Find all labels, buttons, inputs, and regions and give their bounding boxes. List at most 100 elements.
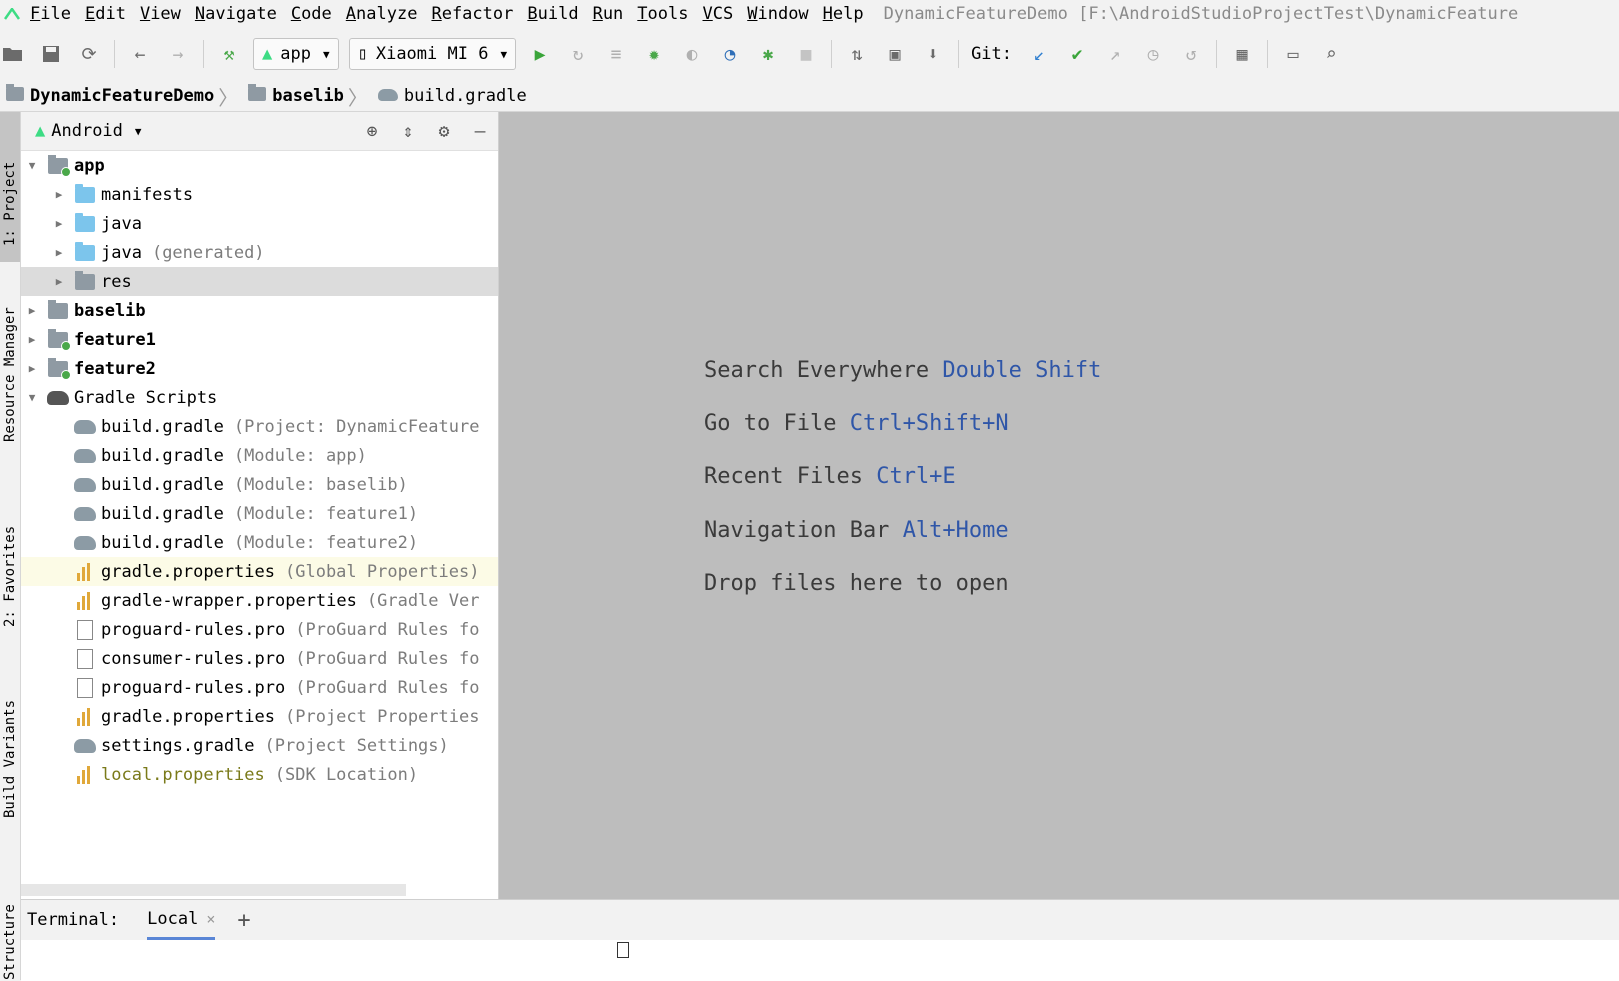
- tree-item-hint: (Gradle Ver: [366, 590, 480, 611]
- search-icon[interactable]: ⌕: [1318, 41, 1344, 67]
- menu-window[interactable]: Window: [747, 4, 808, 24]
- tool-tab-resource-manager[interactable]: Resource Manager: [0, 272, 20, 462]
- menu-code[interactable]: Code: [291, 4, 332, 24]
- make-project-hammer-icon[interactable]: ⚒: [216, 41, 242, 67]
- tree-item-gradle-wrapper-properties[interactable]: gradle-wrapper.properties (Gradle Ver: [21, 586, 498, 615]
- project-structure-icon[interactable]: ▦: [1229, 41, 1255, 67]
- tree-item-gradle-properties-global[interactable]: gradle.properties (Global Properties): [21, 557, 498, 586]
- chevron-right-icon[interactable]: ▶: [52, 275, 66, 288]
- sync-gradle-icon[interactable]: ⇅: [844, 41, 870, 67]
- chevron-right-icon[interactable]: ▶: [25, 362, 39, 375]
- menu-help[interactable]: Help: [823, 4, 864, 24]
- tree-item-java-generated[interactable]: ▶ java (generated): [21, 238, 498, 267]
- breadcrumb-file[interactable]: build.gradle: [377, 86, 527, 106]
- project-panel-header: ▲ Android ▼ ⊕ ⇕ ⚙ —: [21, 112, 498, 151]
- hint-text: Recent Files: [704, 464, 863, 489]
- tool-tab-project-label: 1: Project: [2, 161, 18, 246]
- terminal-tab-local[interactable]: Local ×: [147, 900, 216, 940]
- sync-icon[interactable]: ⟳: [76, 41, 102, 67]
- stop-icon[interactable]: ■: [793, 41, 819, 67]
- chevron-down-icon[interactable]: ▼: [135, 125, 142, 138]
- tree-item-gradle-scripts[interactable]: ▼ Gradle Scripts: [21, 383, 498, 412]
- breadcrumb-module[interactable]: baselib: [248, 84, 344, 106]
- tool-tab-project[interactable]: 1: Project: [0, 112, 20, 262]
- collapse-all-icon[interactable]: ⇕: [395, 121, 421, 142]
- tree-item-local-properties[interactable]: local.properties (SDK Location): [21, 760, 498, 789]
- chevron-right-icon[interactable]: ▶: [25, 333, 39, 346]
- tree-item-baselib[interactable]: ▶ baselib: [21, 296, 498, 325]
- menu-refactor[interactable]: Refactor: [431, 4, 513, 24]
- forward-icon[interactable]: →: [165, 41, 191, 67]
- open-folder-icon[interactable]: [0, 41, 26, 67]
- menu-run[interactable]: Run: [593, 4, 624, 24]
- git-push-icon[interactable]: ↗: [1102, 41, 1128, 67]
- add-tab-icon[interactable]: +: [237, 908, 250, 933]
- tool-tab-favorites[interactable]: 2: Favorites: [0, 495, 20, 645]
- git-commit-icon[interactable]: ✔: [1064, 41, 1090, 67]
- profile-icon[interactable]: ◔: [717, 41, 743, 67]
- menu-vcs[interactable]: VCS: [703, 4, 734, 24]
- tree-item-build-gradle-baselib[interactable]: build.gradle (Module: baselib): [21, 470, 498, 499]
- apply-code-changes-icon[interactable]: ≡: [603, 41, 629, 67]
- debug-icon[interactable]: ✹: [641, 41, 667, 67]
- tree-item-app[interactable]: ▼ app: [21, 151, 498, 180]
- chevron-right-icon[interactable]: ▶: [25, 304, 39, 317]
- git-rollback-icon[interactable]: ↺: [1178, 41, 1204, 67]
- tool-tab-build-variants[interactable]: Build Variants: [0, 670, 20, 840]
- git-update-icon[interactable]: ↙: [1026, 41, 1052, 67]
- run-configuration-select[interactable]: ▲ app ▼: [253, 38, 339, 70]
- tree-item-build-gradle-feature1[interactable]: build.gradle (Module: feature1): [21, 499, 498, 528]
- avd-manager-icon[interactable]: ▣: [882, 41, 908, 67]
- menu-build[interactable]: Build: [527, 4, 578, 24]
- git-history-icon[interactable]: ◷: [1140, 41, 1166, 67]
- run-with-coverage-icon[interactable]: ◐: [679, 41, 705, 67]
- text-file-icon: [74, 648, 96, 669]
- tool-tab-structure[interactable]: Structure: [0, 872, 20, 980]
- tree-item-consumer-rules[interactable]: consumer-rules.pro (ProGuard Rules fo: [21, 644, 498, 673]
- tree-item-feature2[interactable]: ▶ feature2: [21, 354, 498, 383]
- breadcrumb-project[interactable]: DynamicFeatureDemo: [6, 84, 214, 106]
- chevron-down-icon[interactable]: ▼: [25, 391, 39, 404]
- hint-text: Search Everywhere: [704, 358, 930, 383]
- terminal-output[interactable]: [21, 940, 1619, 981]
- chevron-right-icon[interactable]: ▶: [52, 217, 66, 230]
- menu-navigate[interactable]: Navigate: [195, 4, 277, 24]
- tool-tab-favorites-label: 2: Favorites: [2, 525, 18, 627]
- tree-item-build-gradle-app[interactable]: build.gradle (Module: app): [21, 441, 498, 470]
- attach-debugger-icon[interactable]: ✱: [755, 41, 781, 67]
- menu-file[interactable]: File: [30, 4, 71, 24]
- menu-view[interactable]: View: [140, 4, 181, 24]
- tree-item-build-gradle-feature2[interactable]: build.gradle (Module: feature2): [21, 528, 498, 557]
- tree-item-label: gradle.properties: [101, 561, 275, 582]
- tree-item-gradle-properties-project[interactable]: gradle.properties (Project Properties: [21, 702, 498, 731]
- project-horizontal-scrollbar[interactable]: [21, 884, 406, 896]
- tree-item-build-gradle-project[interactable]: build.gradle (Project: DynamicFeature: [21, 412, 498, 441]
- tree-item-java[interactable]: ▶ java: [21, 209, 498, 238]
- terminal-window-icon[interactable]: ▭: [1280, 41, 1306, 67]
- back-icon[interactable]: ←: [127, 41, 153, 67]
- tree-item-feature1[interactable]: ▶ feature1: [21, 325, 498, 354]
- tree-item-label: gradle.properties: [101, 706, 275, 727]
- locate-file-icon[interactable]: ⊕: [359, 121, 385, 142]
- chevron-down-icon: ▼: [322, 47, 330, 61]
- minimize-icon[interactable]: —: [467, 121, 493, 142]
- tree-item-manifests[interactable]: ▶ manifests: [21, 180, 498, 209]
- save-all-icon[interactable]: [38, 41, 64, 67]
- apply-changes-icon[interactable]: ↻: [565, 41, 591, 67]
- menu-analyze[interactable]: Analyze: [346, 4, 418, 24]
- chevron-down-icon[interactable]: ▼: [25, 159, 39, 172]
- tree-item-res[interactable]: ▶ res: [21, 267, 498, 296]
- menu-tools[interactable]: Tools: [637, 4, 688, 24]
- close-icon[interactable]: ×: [206, 910, 215, 928]
- device-select[interactable]: ▯ Xiaomi MI 6 ▼: [348, 38, 517, 70]
- chevron-right-icon[interactable]: ▶: [52, 246, 66, 259]
- project-view-select[interactable]: Android: [51, 121, 123, 141]
- chevron-right-icon[interactable]: ▶: [52, 188, 66, 201]
- tree-item-proguard-rules-1[interactable]: proguard-rules.pro (ProGuard Rules fo: [21, 615, 498, 644]
- gear-icon[interactable]: ⚙: [431, 121, 457, 142]
- sdk-manager-icon[interactable]: ⬇: [920, 41, 946, 67]
- run-icon[interactable]: ▶: [527, 41, 553, 67]
- menu-edit[interactable]: Edit: [85, 4, 126, 24]
- tree-item-settings-gradle[interactable]: settings.gradle (Project Settings): [21, 731, 498, 760]
- tree-item-proguard-rules-2[interactable]: proguard-rules.pro (ProGuard Rules fo: [21, 673, 498, 702]
